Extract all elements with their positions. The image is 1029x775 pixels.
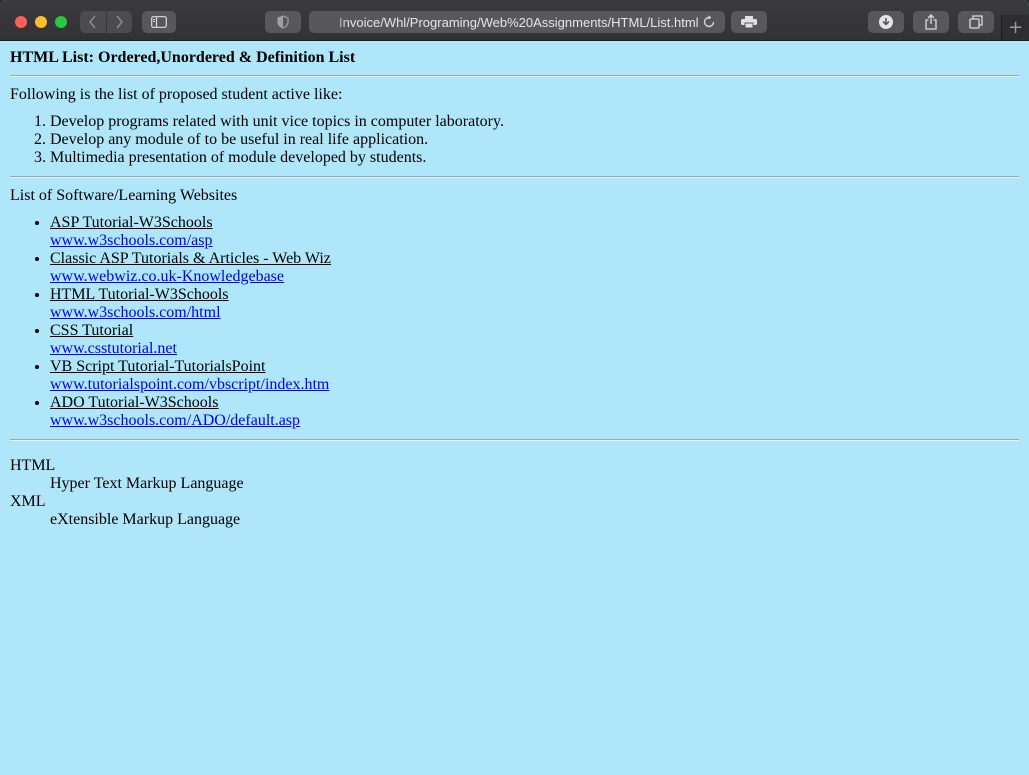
new-tab-icon: + xyxy=(1007,17,1024,38)
browser-toolbar: Invoice/Whl/Programing/Web%20Assignments… xyxy=(0,0,1029,41)
ordered-list-item: Develop programs related with unit vice … xyxy=(50,113,1019,131)
minimize-window-icon[interactable] xyxy=(35,16,47,28)
tabs-overview-button[interactable] xyxy=(958,11,994,33)
address-bar[interactable]: Invoice/Whl/Programing/Web%20Assignments… xyxy=(309,11,725,33)
definition-term: HTML xyxy=(10,457,56,474)
sidebar-icon xyxy=(151,16,167,28)
website-list-item: ADO Tutorial-W3Schoolswww.w3schools.com/… xyxy=(50,394,1019,430)
website-list-item: VB Script Tutorial-TutorialsPointwww.tut… xyxy=(50,358,1019,394)
website-title-link[interactable]: ADO Tutorial-W3Schools xyxy=(50,394,218,411)
share-button[interactable] xyxy=(913,11,949,33)
website-url-link[interactable]: www.tutorialspoint.com/vbscript/index.ht… xyxy=(50,376,329,393)
navigation-buttons xyxy=(80,11,132,33)
websites-list: ASP Tutorial-W3Schoolswww.w3schools.com/… xyxy=(10,214,1019,430)
website-title-link[interactable]: HTML Tutorial-W3Schools xyxy=(50,286,229,303)
zoom-window-icon[interactable] xyxy=(55,16,67,28)
download-icon xyxy=(879,15,893,29)
website-title-link[interactable]: ASP Tutorial-W3Schools xyxy=(50,214,213,231)
website-list-item: Classic ASP Tutorials & Articles - Web W… xyxy=(50,250,1019,286)
website-url-link[interactable]: www.csstutorial.net xyxy=(50,340,177,357)
back-button[interactable] xyxy=(80,11,106,33)
ordered-list-item: Develop any module of to be useful in re… xyxy=(50,131,1019,149)
definition-term: XML xyxy=(10,493,46,510)
sidebar-button[interactable] xyxy=(142,11,176,33)
ordered-list: Develop programs related with unit vice … xyxy=(10,113,1019,167)
address-url[interactable]: Invoice/Whl/Programing/Web%20Assignments… xyxy=(339,15,699,30)
print-icon xyxy=(741,16,757,29)
shield-icon xyxy=(277,15,289,29)
website-url-link[interactable]: www.w3schools.com/html xyxy=(50,304,221,321)
forward-button[interactable] xyxy=(106,11,132,33)
divider xyxy=(10,176,1019,178)
website-url-link[interactable]: www.w3schools.com/asp xyxy=(50,232,213,249)
downloads-button[interactable] xyxy=(868,11,904,33)
definition-list: HTML Hyper Text Markup Language XML eXtensi… xyxy=(10,457,1019,529)
forward-icon xyxy=(116,15,124,29)
definition-description: eXtensible Markup Language xyxy=(50,511,241,528)
page-content: HTML List: Ordered,Unordered & Definitio… xyxy=(0,41,1029,775)
divider xyxy=(10,75,1019,77)
divider xyxy=(10,439,1019,441)
website-title-link[interactable]: VB Script Tutorial-TutorialsPoint xyxy=(50,358,265,375)
website-title-link[interactable]: CSS Tutorial xyxy=(50,322,133,339)
definition-description: Hyper Text Markup Language xyxy=(50,475,244,492)
reload-icon[interactable] xyxy=(701,14,717,30)
website-url-link[interactable]: www.webwiz.co.uk-Knowledgebase xyxy=(50,268,284,285)
back-icon xyxy=(88,15,96,29)
website-title-link[interactable]: Classic ASP Tutorials & Articles - Web W… xyxy=(50,250,331,267)
share-icon xyxy=(925,14,937,30)
website-url-link[interactable]: www.w3schools.com/ADO/default.asp xyxy=(50,412,300,429)
ordered-list-item: Multimedia presentation of module develo… xyxy=(50,149,1019,167)
close-window-icon[interactable] xyxy=(15,16,27,28)
privacy-report-button[interactable] xyxy=(265,11,301,33)
intro-text: Following is the list of proposed studen… xyxy=(10,86,343,103)
address-fade xyxy=(309,11,349,33)
websites-heading: List of Software/Learning Websites xyxy=(10,187,238,204)
tabs-overview-icon xyxy=(969,15,983,29)
page-heading: HTML List: Ordered,Unordered & Definitio… xyxy=(10,49,356,66)
browser-window: Invoice/Whl/Programing/Web%20Assignments… xyxy=(0,0,1029,775)
website-list-item: HTML Tutorial-W3Schoolswww.w3schools.com… xyxy=(50,286,1019,322)
website-list-item: CSS Tutorialwww.csstutorial.net xyxy=(50,322,1019,358)
new-tab-button[interactable]: + xyxy=(1001,15,1029,40)
website-list-item: ASP Tutorial-W3Schoolswww.w3schools.com/… xyxy=(50,214,1019,250)
print-button[interactable] xyxy=(731,11,767,33)
